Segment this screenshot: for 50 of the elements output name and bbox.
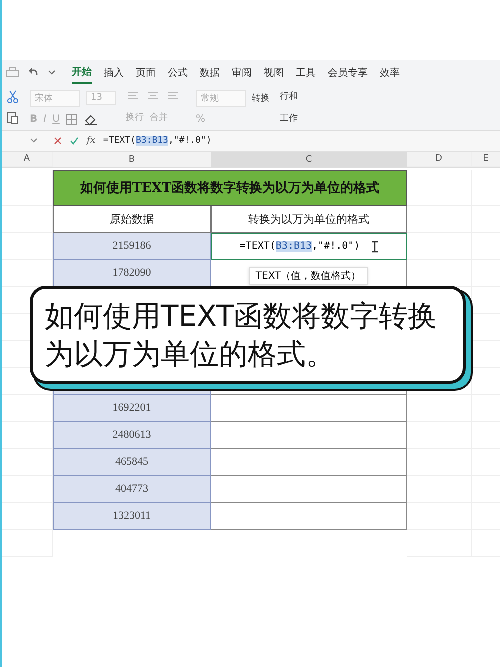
convert-button[interactable]: 转换 xyxy=(252,92,270,105)
empty-cell xyxy=(407,206,472,233)
scissors-icon[interactable] xyxy=(6,90,20,104)
caret-icon[interactable] xyxy=(48,70,56,76)
clipboard-icon[interactable] xyxy=(6,111,20,126)
border-icon[interactable] xyxy=(66,114,78,126)
table-cell: 465845 xyxy=(53,449,211,476)
eraser-icon[interactable] xyxy=(84,114,98,126)
text-cursor-icon xyxy=(372,240,378,252)
column-header[interactable]: B xyxy=(53,152,211,167)
menu-tab[interactable]: 插入 xyxy=(104,62,124,84)
menu-tab[interactable]: 效率 xyxy=(380,62,400,84)
table-cell: 404773 xyxy=(53,476,211,503)
cancel-icon[interactable] xyxy=(54,137,62,145)
menu-tab[interactable]: 会员专享 xyxy=(328,62,368,84)
editing-cell[interactable]: =TEXT(B3:B13,"#!.0") xyxy=(211,233,407,260)
column-header[interactable]: C xyxy=(211,152,407,167)
table-cell: 1782090 xyxy=(53,260,211,287)
empty-cell xyxy=(2,206,53,233)
menu-tab[interactable]: 页面 xyxy=(136,62,156,84)
column-header[interactable]: D xyxy=(407,152,472,167)
empty-cell xyxy=(407,503,472,530)
menu-tab[interactable]: 视图 xyxy=(264,62,284,84)
table-cell: 1323011 xyxy=(53,503,211,530)
table-title: 如何使用TEXT函数将数字转换为以万为单位的格式 xyxy=(53,170,407,206)
column-heading: 转换为以万为单位的格式 xyxy=(211,206,407,233)
rows-columns-button[interactable]: 行和 xyxy=(280,90,298,104)
column-header[interactable]: E xyxy=(472,152,500,167)
table-cell: 2159186 xyxy=(53,233,211,260)
confirm-icon[interactable] xyxy=(70,137,79,145)
menu-tab[interactable]: 工具 xyxy=(296,62,316,84)
table-cell: 1692201 xyxy=(53,395,211,422)
empty-cell xyxy=(407,422,472,449)
empty-cell xyxy=(407,449,472,476)
menu-tab[interactable]: 公式 xyxy=(168,62,188,84)
insert-function-button[interactable]: fx xyxy=(87,136,96,146)
menu-tab[interactable]: 数据 xyxy=(200,62,220,84)
caret-icon[interactable] xyxy=(30,138,38,144)
empty-cell xyxy=(407,395,472,422)
empty-cell xyxy=(407,233,472,260)
empty-cell xyxy=(407,476,472,503)
table-cell: 2480613 xyxy=(53,422,211,449)
empty-cell xyxy=(407,530,472,557)
callout-text: 如何使用TEXT函数将数字转换为以万为单位的格式。 xyxy=(45,298,438,373)
worksheet-button[interactable]: 工作 xyxy=(280,112,298,125)
function-tooltip: TEXT（值，数值格式） xyxy=(248,267,368,285)
column-header[interactable]: A xyxy=(2,152,53,167)
menu-tab[interactable]: 审阅 xyxy=(232,62,252,84)
empty-cell xyxy=(2,530,53,557)
formula-field[interactable]: =TEXT(B3:B13,"#!.0") xyxy=(103,136,212,146)
